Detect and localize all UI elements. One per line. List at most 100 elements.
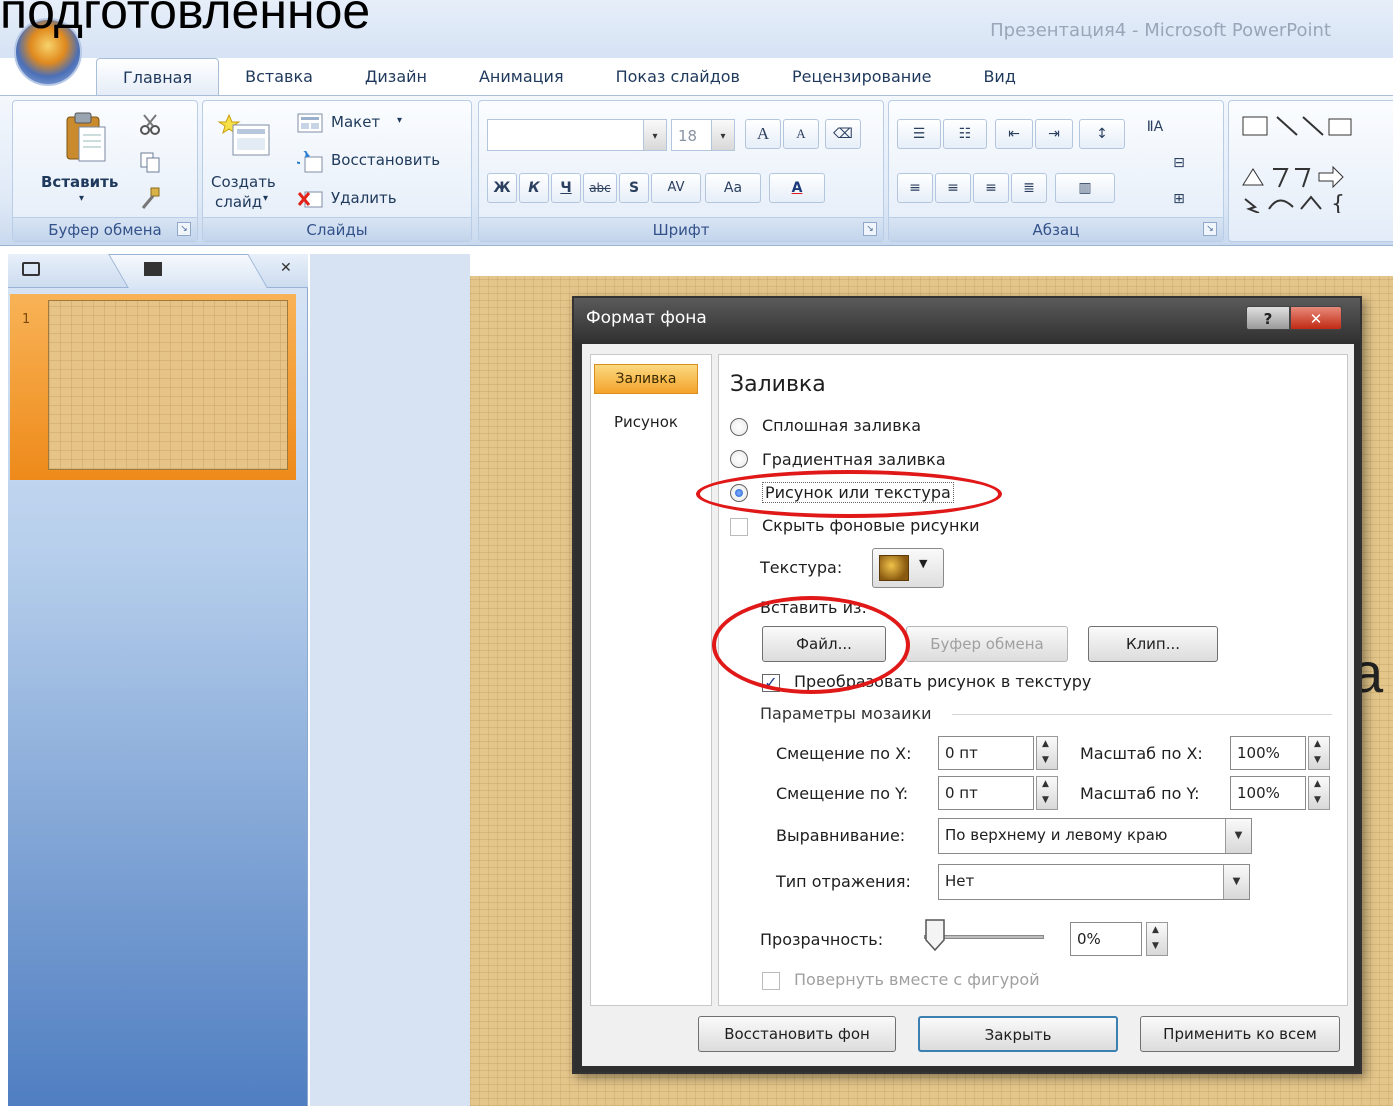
copy-icon[interactable] <box>139 151 161 173</box>
columns-icon[interactable]: ▥ <box>1055 173 1115 203</box>
file-button[interactable]: Файл... <box>762 626 886 662</box>
offset-x-input[interactable]: 0 пт <box>938 736 1034 770</box>
tile-checkbox[interactable]: ✓ <box>762 674 780 692</box>
new-slide-dropdown-icon[interactable]: ▾ <box>263 193 268 204</box>
format-painter-icon[interactable] <box>139 187 161 209</box>
clipboard-launcher-icon[interactable]: ↘ <box>177 222 191 236</box>
transparency-spinner[interactable] <box>1146 922 1168 956</box>
tab-design[interactable]: Дизайн <box>339 58 453 96</box>
apply-to-all-button[interactable]: Применить ко всем <box>1140 1016 1340 1052</box>
close-pane-icon[interactable]: ✕ <box>280 260 292 276</box>
font-name-dropdown-icon[interactable]: ▾ <box>643 119 667 151</box>
slides-tab-icon[interactable] <box>22 262 40 276</box>
slide-thumbnail[interactable] <box>48 300 288 470</box>
texture-picker[interactable]: ▼ <box>872 548 944 588</box>
transparency-input[interactable]: 0% <box>1070 922 1142 956</box>
solid-fill-label[interactable]: Сплошная заливка <box>762 416 921 435</box>
gradient-fill-label[interactable]: Градиентная заливка <box>762 450 946 469</box>
new-slide-button-line1[interactable]: Создать <box>211 173 276 191</box>
delete-slide-button[interactable]: Удалить <box>331 189 397 207</box>
outline-tab-icon[interactable] <box>144 262 162 276</box>
tile-label[interactable]: Преобразовать рисунок в текстуру <box>794 672 1091 691</box>
layout-dropdown-icon[interactable]: ▾ <box>397 115 402 126</box>
picture-texture-label[interactable]: Рисунок или текстура <box>762 482 954 503</box>
solid-fill-radio[interactable] <box>730 418 748 436</box>
offset-x-spinner[interactable] <box>1036 736 1058 770</box>
offset-y-spinner[interactable] <box>1036 776 1058 810</box>
delete-slide-icon[interactable] <box>297 189 323 209</box>
font-color-button[interactable]: A <box>769 173 825 203</box>
new-slide-button-line2[interactable]: слайд <box>215 193 262 211</box>
strikethrough-button[interactable]: abc <box>583 173 617 203</box>
clip-button[interactable]: Клип... <box>1088 626 1218 662</box>
gradient-fill-radio[interactable] <box>730 450 748 468</box>
tab-view[interactable]: Вид <box>957 58 1041 96</box>
bold-button[interactable]: Ж <box>487 173 517 203</box>
justify-icon[interactable]: ≣ <box>1011 173 1047 203</box>
reset-background-button[interactable]: Восстановить фон <box>698 1016 896 1052</box>
close-icon[interactable]: ✕ <box>1290 306 1342 330</box>
align-text-icon[interactable]: ⊟ <box>1159 149 1199 179</box>
paste-button[interactable]: Вставить <box>41 173 118 191</box>
tab-animation[interactable]: Анимация <box>453 58 590 96</box>
group-clipboard: Вставить ▾ Буфер обмена ↘ <box>12 100 198 242</box>
mirror-select[interactable]: Нет <box>938 864 1250 900</box>
paragraph-launcher-icon[interactable]: ↘ <box>1203 222 1217 236</box>
group-label-clipboard: Буфер обмена <box>13 217 197 241</box>
text-direction-icon[interactable]: ⅡA <box>1135 113 1175 143</box>
grow-font-button[interactable]: A <box>745 119 781 149</box>
scale-x-spinner[interactable] <box>1308 736 1330 770</box>
new-slide-icon[interactable] <box>217 113 271 159</box>
smartart-icon[interactable]: ⊞ <box>1159 185 1199 215</box>
picture-texture-radio[interactable] <box>730 484 748 502</box>
bullets-icon[interactable]: ☰ <box>897 119 941 149</box>
texture-dropdown-icon: ▼ <box>919 557 928 570</box>
close-button[interactable]: Закрыть <box>918 1016 1118 1052</box>
ribbon: Вставить ▾ Буфер обмена ↘ Создать слайд … <box>0 96 1393 246</box>
layout-button[interactable]: Макет <box>331 113 380 131</box>
font-name-input[interactable] <box>487 119 667 151</box>
outline-tab[interactable] <box>108 254 268 288</box>
tab-home[interactable]: Главная <box>96 58 220 96</box>
reset-slide-button[interactable]: Восстановить <box>331 151 440 169</box>
offset-y-input[interactable]: 0 пт <box>938 776 1034 810</box>
tab-insert[interactable]: Вставка <box>219 58 339 96</box>
tab-slideshow[interactable]: Показ слайдов <box>590 58 766 96</box>
numbering-icon[interactable]: ☷ <box>943 119 987 149</box>
char-spacing-button[interactable]: AV <box>651 173 701 203</box>
scale-y-input[interactable]: 100% <box>1230 776 1306 810</box>
tab-review[interactable]: Рецензирование <box>766 58 957 96</box>
scale-x-input[interactable]: 100% <box>1230 736 1306 770</box>
transparency-slider-thumb[interactable] <box>924 918 946 952</box>
underline-button[interactable]: Ч <box>551 173 581 203</box>
nav-item-picture[interactable]: Рисунок <box>594 408 698 436</box>
italic-button[interactable]: К <box>519 173 549 203</box>
align-center-icon[interactable]: ≡ <box>935 173 971 203</box>
shrink-font-button[interactable]: A <box>783 119 819 149</box>
help-button[interactable]: ? <box>1246 306 1290 330</box>
clear-format-icon[interactable]: ⌫ <box>825 119 861 149</box>
reset-slide-icon[interactable] <box>292 148 323 173</box>
alignment-dropdown-icon[interactable]: ▼ <box>1225 819 1251 853</box>
offset-x-label: Смещение по X: <box>776 744 912 763</box>
font-size-dropdown-icon[interactable]: ▾ <box>711 119 735 151</box>
decrease-indent-icon[interactable]: ⇤ <box>995 119 1033 149</box>
hide-bg-label[interactable]: Скрыть фоновые рисунки <box>762 516 980 535</box>
align-left-icon[interactable]: ≡ <box>897 173 933 203</box>
increase-indent-icon[interactable]: ⇥ <box>1035 119 1073 149</box>
paste-icon[interactable] <box>63 111 107 163</box>
layout-icon[interactable] <box>297 113 323 133</box>
font-launcher-icon[interactable]: ↘ <box>863 222 877 236</box>
line-spacing-icon[interactable]: ↕ <box>1079 119 1125 149</box>
mirror-dropdown-icon[interactable]: ▼ <box>1223 865 1249 899</box>
hide-bg-checkbox[interactable] <box>730 518 748 536</box>
nav-item-fill[interactable]: Заливка <box>594 364 698 394</box>
paste-dropdown-icon[interactable]: ▾ <box>79 193 84 204</box>
shapes-gallery-icon[interactable]: { <box>1239 113 1393 217</box>
scale-y-spinner[interactable] <box>1308 776 1330 810</box>
alignment-select[interactable]: По верхнему и левому краю <box>938 818 1252 854</box>
cut-icon[interactable] <box>139 113 161 135</box>
shadow-button[interactable]: S <box>619 173 649 203</box>
change-case-button[interactable]: Aa <box>705 173 761 203</box>
align-right-icon[interactable]: ≡ <box>973 173 1009 203</box>
